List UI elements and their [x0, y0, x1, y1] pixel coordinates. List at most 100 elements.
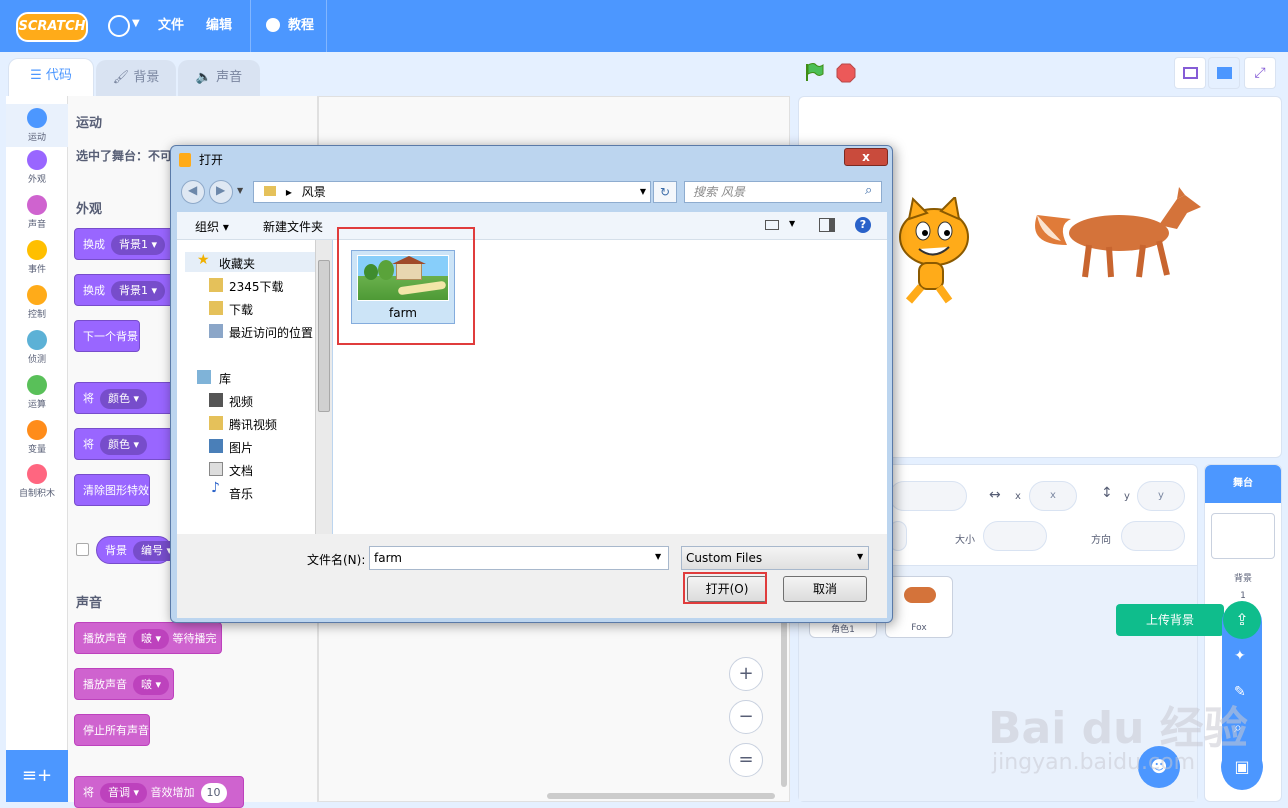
history-dropdown-icon[interactable]: ▼: [237, 186, 243, 195]
stop-all-sounds-block[interactable]: 停止所有声音: [74, 714, 150, 746]
open-file-dialog: 打开 x ◀ ▶ ▼ ▸ 风景 ▼ ↻ 搜索 风景 ⌕ 组织 ▾ 新建文件夹 ▼…: [170, 145, 893, 623]
tab-backdrops[interactable]: 🖌 背景: [96, 60, 176, 96]
filename-label: 文件名(N):: [307, 553, 366, 567]
brush-icon: 🖌: [112, 70, 134, 85]
category-operators[interactable]: 运算: [6, 375, 68, 410]
direction-field[interactable]: [1121, 521, 1185, 551]
y-field[interactable]: y: [1137, 481, 1185, 511]
category-bar: 运动 外观 声音 事件 控制 侦测 运算 变量 自制积木: [6, 96, 68, 750]
switch-backdrop-block[interactable]: 换成 背景1 ▾: [74, 228, 174, 260]
size-field[interactable]: [983, 521, 1047, 551]
search-input[interactable]: 搜索 风景: [684, 181, 882, 203]
clear-effects-block[interactable]: 清除图形特效: [74, 474, 150, 506]
fullscreen-button[interactable]: ⤢: [1244, 57, 1276, 89]
surprise-icon[interactable]: ✦: [1234, 648, 1246, 664]
play-sound-until-done-block[interactable]: 播放声音啵 ▾ 等待播完: [74, 622, 222, 654]
stage-thumbnail[interactable]: [1211, 513, 1275, 559]
tree-item-videos[interactable]: 视频: [229, 393, 253, 410]
set-effect-block[interactable]: 将颜色 ▾: [74, 382, 174, 414]
file-menu[interactable]: 文件: [158, 0, 184, 52]
tab-code[interactable]: ☰ 代码: [8, 58, 94, 97]
horizontal-scrollbar[interactable]: [547, 793, 775, 799]
zoom-in-button[interactable]: +: [729, 657, 763, 691]
music-icon: ♪: [211, 480, 220, 496]
view-options-icon[interactable]: [765, 220, 779, 230]
category-sensing[interactable]: 侦测: [6, 330, 68, 365]
category-sound[interactable]: 声音: [6, 195, 68, 230]
x-arrow-icon: ↔: [989, 487, 1001, 503]
organize-menu[interactable]: 组织 ▾: [195, 218, 229, 235]
backdrop-number-block[interactable]: 背景 编号 ▾: [96, 536, 181, 564]
change-sound-effect-block[interactable]: 将音调 ▾ 音效增加 10: [74, 776, 244, 808]
close-button[interactable]: x: [844, 148, 888, 166]
filename-input[interactable]: farm: [369, 546, 669, 570]
address-dropdown-icon[interactable]: ▼: [640, 182, 646, 202]
download-folder-icon: [209, 301, 223, 315]
category-my-blocks[interactable]: 自制积木: [6, 464, 68, 499]
tree-item-2345-downloads[interactable]: 2345下载: [229, 278, 284, 295]
tutorials-menu[interactable]: 教程: [288, 0, 314, 52]
cancel-button[interactable]: 取消: [783, 576, 867, 602]
backdrops-count: 1: [1240, 591, 1246, 601]
filetype-select[interactable]: Custom Files: [681, 546, 869, 570]
category-motion[interactable]: 运动: [6, 104, 68, 147]
next-backdrop-block[interactable]: 下一个背景: [74, 320, 140, 352]
address-path: 风景: [301, 185, 326, 199]
forward-button[interactable]: ▶: [209, 180, 233, 204]
globe-icon[interactable]: [108, 15, 130, 37]
divider: [250, 0, 251, 52]
code-icon: ☰: [30, 68, 46, 83]
dialog-title: 打开: [199, 153, 224, 167]
category-control[interactable]: 控制: [6, 285, 68, 320]
refresh-button[interactable]: ↻: [653, 181, 677, 203]
normal-stage-button[interactable]: [1208, 57, 1240, 89]
filetype-dropdown-icon[interactable]: ▼: [857, 552, 863, 561]
backdrop-checkbox[interactable]: [76, 543, 89, 556]
sprite-name-field[interactable]: [889, 481, 967, 511]
baidu-watermark: Bai du 经验 jingyan.baidu.com: [988, 703, 1248, 775]
tree-item-pictures[interactable]: 图片: [229, 439, 253, 456]
highlight-box: [337, 227, 475, 345]
extension-button[interactable]: ≡+: [6, 750, 68, 802]
normal-stage-icon: [1217, 67, 1232, 79]
back-button[interactable]: ◀: [181, 180, 205, 204]
category-looks[interactable]: 外观: [6, 150, 68, 185]
tree-item-recent[interactable]: 最近访问的位置: [229, 324, 313, 341]
filename-dropdown-icon[interactable]: ▼: [655, 552, 661, 561]
cat-sprite[interactable]: [889, 197, 979, 307]
tree-item-downloads[interactable]: 下载: [229, 301, 253, 318]
help-icon[interactable]: ?: [855, 217, 871, 233]
sprite-thumb-fox[interactable]: Fox: [885, 576, 953, 638]
scratch-logo[interactable]: SCRATCH: [16, 12, 88, 42]
change-effect-block[interactable]: 将颜色 ▾: [74, 428, 174, 460]
tree-library-label[interactable]: 库: [219, 370, 231, 387]
switch-backdrop-wait-block[interactable]: 换成 背景1 ▾: [74, 274, 174, 306]
zoom-out-button[interactable]: −: [729, 700, 763, 734]
tree-item-tencent-video[interactable]: 腾讯视频: [229, 416, 277, 433]
tab-sounds[interactable]: 🔈 声音: [178, 60, 260, 96]
tree-scrollbar[interactable]: [315, 240, 332, 534]
edit-menu[interactable]: 编辑: [206, 0, 232, 52]
tree-item-music[interactable]: 音乐: [229, 485, 253, 502]
file-list: farm: [333, 227, 887, 534]
backdrops-label: 背景: [1233, 574, 1252, 584]
category-events[interactable]: 事件: [6, 240, 68, 275]
address-bar[interactable]: ▸ 风景 ▼: [253, 181, 651, 203]
x-field[interactable]: x: [1029, 481, 1077, 511]
stop-icon[interactable]: [836, 63, 856, 83]
fox-sprite[interactable]: [1027, 185, 1207, 281]
back-arrow-icon: ◀: [188, 183, 198, 197]
category-variables[interactable]: 变量: [6, 420, 68, 455]
tree-scrollbar-thumb[interactable]: [318, 260, 330, 412]
new-folder-button[interactable]: 新建文件夹: [263, 218, 323, 235]
green-flag-icon[interactable]: [804, 62, 824, 82]
stage-header: 舞台: [1205, 465, 1281, 503]
view-dropdown-icon[interactable]: ▼: [789, 219, 795, 228]
zoom-reset-button[interactable]: =: [729, 743, 763, 777]
play-sound-block[interactable]: 播放声音啵 ▾: [74, 668, 174, 700]
upload-backdrop-button[interactable]: ⇪: [1223, 601, 1261, 639]
lightbulb-icon: [266, 18, 280, 32]
tree-item-documents[interactable]: 文档: [229, 462, 253, 479]
preview-pane-icon[interactable]: [819, 218, 835, 232]
small-stage-button[interactable]: [1174, 57, 1206, 89]
